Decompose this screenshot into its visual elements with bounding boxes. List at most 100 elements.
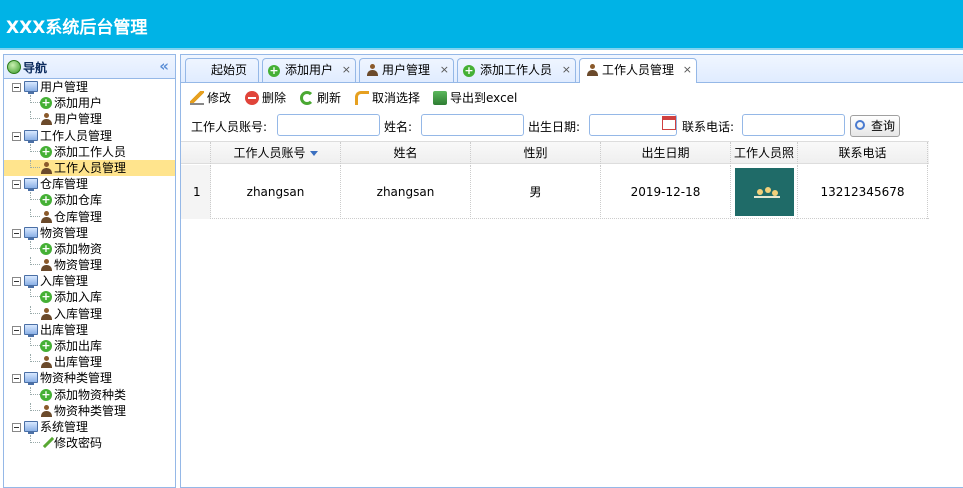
- user-icon: [41, 307, 52, 320]
- tab-bar: 起始页 + 添加用户 × 用户管理 × + 添加工作人员 × 工作人员管理 ×: [181, 55, 963, 83]
- computer-icon: [24, 420, 38, 434]
- tab[interactable]: + 添加工作人员 ×: [457, 58, 576, 82]
- sidebar-item[interactable]: 仓库管理: [4, 208, 175, 225]
- close-tab-icon[interactable]: ×: [562, 59, 571, 81]
- user-icon: [41, 356, 52, 369]
- sidebar-item[interactable]: 修改密码: [4, 435, 175, 451]
- collapse-toggle-icon[interactable]: [12, 325, 21, 335]
- sidebar-item-label: 工作人员管理: [54, 160, 127, 175]
- sidebar-item[interactable]: 用户管理: [4, 111, 175, 127]
- sidebar-item[interactable]: 出库管理: [4, 354, 175, 370]
- sidebar-group[interactable]: 系统管理: [4, 419, 175, 435]
- sidebar-group[interactable]: 出库管理: [4, 322, 175, 338]
- sidebar-item[interactable]: + 添加工作人员: [4, 143, 175, 160]
- sidebar-group-label: 用户管理: [40, 80, 89, 94]
- sidebar-group[interactable]: 物资种类管理: [4, 370, 175, 386]
- search-button[interactable]: 查询: [850, 115, 900, 137]
- computer-icon: [24, 129, 38, 143]
- export-label: 导出到excel: [450, 91, 518, 105]
- header-rownum: [181, 142, 211, 164]
- header-account[interactable]: 工作人员账号: [211, 142, 341, 164]
- collapse-toggle-icon[interactable]: [12, 422, 21, 432]
- birth-label: 出生日期:: [528, 120, 581, 134]
- sidebar-item[interactable]: + 添加仓库: [4, 192, 175, 208]
- header-name[interactable]: 姓名: [341, 142, 471, 164]
- app-header: XXX系统后台管理: [0, 0, 963, 50]
- cell-name: zhangsan: [341, 165, 471, 219]
- sidebar-header: 导航 «: [4, 55, 175, 79]
- account-input[interactable]: [277, 114, 380, 136]
- collapse-toggle-icon[interactable]: [12, 228, 21, 238]
- sidebar-item[interactable]: 工作人员管理: [4, 159, 175, 177]
- tab[interactable]: 工作人员管理 ×: [579, 58, 697, 83]
- sidebar-group-label: 入库管理: [40, 274, 89, 289]
- collapse-toggle-icon[interactable]: [12, 83, 21, 92]
- tree-connector: [30, 289, 40, 298]
- name-label: 姓名:: [384, 120, 413, 134]
- search-bar: 工作人员账号: 姓名: 出生日期: 联系电话: 查询: [181, 111, 963, 141]
- sidebar-group[interactable]: 仓库管理: [4, 176, 175, 192]
- cell-photo: [731, 165, 798, 219]
- sidebar-item[interactable]: + 添加入库: [4, 289, 175, 305]
- sidebar-item[interactable]: + 添加物资: [4, 240, 175, 257]
- sidebar-group[interactable]: 物资管理: [4, 225, 175, 241]
- close-tab-icon[interactable]: ×: [440, 59, 449, 81]
- collapse-toggle-icon[interactable]: [12, 374, 21, 384]
- sidebar-item[interactable]: 物资种类管理: [4, 402, 175, 419]
- tree-connector: [30, 240, 40, 249]
- collapse-toggle-icon[interactable]: [12, 277, 21, 287]
- table-header: 工作人员账号 姓名 性别 出生日期 工作人员照 联系电话: [181, 141, 929, 164]
- header-gender[interactable]: 性别: [471, 142, 601, 164]
- sidebar: 导航 « 用户管理 + 添加用户 用户管理 工作人员管理 + 添加工作人员 工作人员管理 仓库管…: [3, 54, 176, 488]
- computer-icon: [24, 323, 38, 337]
- tree-connector: [30, 257, 40, 266]
- table-row[interactable]: 1 zhangsan zhangsan 男 2019-12-18 1321234…: [181, 165, 929, 219]
- sidebar-item[interactable]: + 添加物资种类: [4, 386, 175, 403]
- plus-icon: +: [40, 387, 52, 401]
- sidebar-group[interactable]: 入库管理: [4, 273, 175, 289]
- header-account-label: 工作人员账号: [233, 146, 306, 160]
- sidebar-item-label: 添加出库: [54, 339, 103, 353]
- sidebar-group[interactable]: 用户管理: [4, 79, 175, 95]
- sidebar-item-label: 仓库管理: [54, 209, 103, 224]
- user-icon: [587, 64, 598, 77]
- computer-icon: [24, 372, 38, 386]
- sidebar-item-label: 修改密码: [54, 436, 103, 451]
- computer-icon: [24, 226, 38, 240]
- sidebar-item[interactable]: 物资管理: [4, 257, 175, 273]
- unselect-label: 取消选择: [372, 91, 421, 105]
- sidebar-item-label: 添加物资种类: [54, 387, 127, 402]
- header-birth[interactable]: 出生日期: [601, 142, 731, 164]
- calendar-icon[interactable]: [662, 116, 676, 130]
- sidebar-item-label: 用户管理: [54, 112, 103, 127]
- close-tab-icon[interactable]: ×: [342, 59, 351, 81]
- collapse-toggle-icon[interactable]: [12, 131, 21, 141]
- plus-icon: +: [40, 144, 52, 158]
- edit-icon: [190, 91, 204, 105]
- cell-birth: 2019-12-18: [601, 165, 731, 219]
- collapse-toggle-icon[interactable]: [12, 180, 21, 190]
- tab[interactable]: + 添加用户 ×: [262, 58, 356, 82]
- cell-phone: 13212345678: [798, 165, 928, 219]
- header-photo[interactable]: 工作人员照: [731, 142, 798, 164]
- phone-input[interactable]: [742, 114, 845, 136]
- computer-icon: [24, 275, 38, 289]
- sidebar-item[interactable]: 入库管理: [4, 305, 175, 322]
- sidebar-item[interactable]: + 添加用户: [4, 95, 175, 111]
- close-tab-icon[interactable]: ×: [683, 59, 692, 81]
- sidebar-group[interactable]: 工作人员管理: [4, 128, 175, 144]
- name-input[interactable]: [421, 114, 524, 136]
- tab[interactable]: 起始页: [185, 58, 259, 82]
- user-icon: [41, 404, 52, 417]
- tree-connector: [30, 402, 40, 411]
- tab-label: 起始页: [211, 63, 248, 77]
- plus-icon: +: [40, 290, 52, 304]
- collapse-sidebar-icon[interactable]: «: [159, 57, 169, 75]
- delete-label: 删除: [262, 91, 287, 105]
- header-phone[interactable]: 联系电话: [798, 142, 928, 164]
- user-icon: [41, 259, 52, 272]
- tab-label: 添加用户: [285, 63, 334, 77]
- sidebar-item[interactable]: + 添加出库: [4, 338, 175, 354]
- sidebar-group-label: 系统管理: [40, 419, 89, 434]
- tab[interactable]: 用户管理 ×: [359, 58, 454, 82]
